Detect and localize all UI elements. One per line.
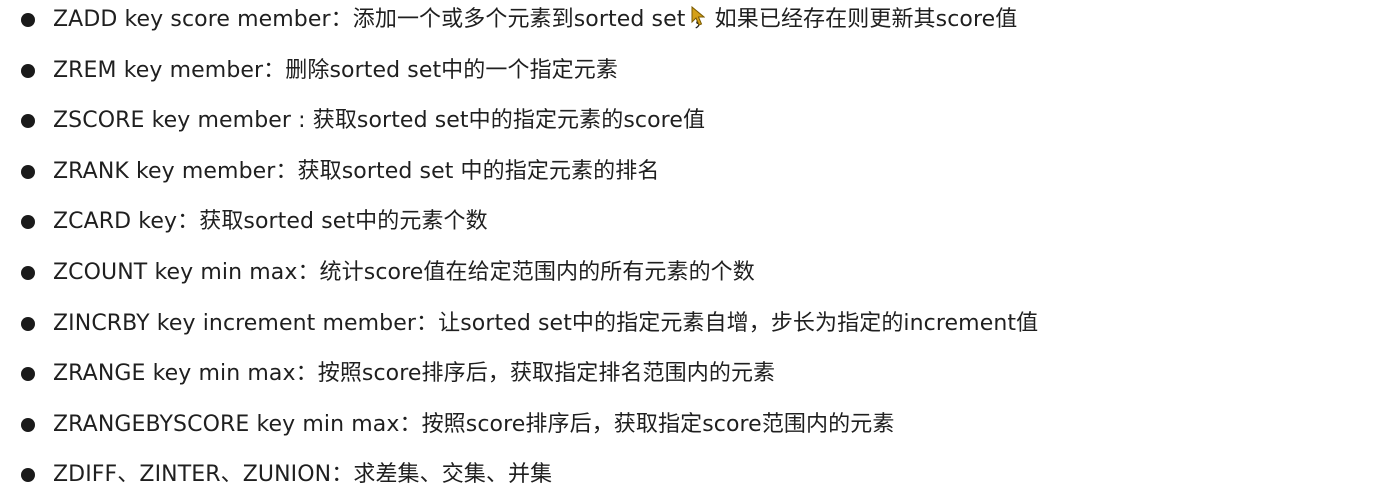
- bullet-icon: [21, 114, 35, 128]
- bullet-icon: [21, 317, 35, 331]
- command-description: ZSCORE key member : 获取sorted set中的指定元素的s…: [53, 108, 706, 133]
- bullet-icon: [21, 13, 35, 27]
- bullet-icon: [21, 64, 35, 78]
- bullet-icon: [21, 215, 35, 229]
- bullet-icon: [21, 266, 35, 280]
- bullet-icon: [21, 418, 35, 432]
- command-description: ZREM key member：删除sorted set中的一个指定元素: [53, 58, 618, 83]
- command-description: ZRANGE key min max：按照score排序后，获取指定排名范围内的…: [53, 361, 776, 386]
- bullet-icon: [21, 468, 35, 482]
- command-description: ZCARD key：获取sorted set中的元素个数: [53, 209, 488, 234]
- bullet-icon: [21, 165, 35, 179]
- command-description: ZCOUNT key min max：统计score值在给定范围内的所有元素的个…: [53, 260, 755, 285]
- command-description: ZDIFF、ZINTER、ZUNION：求差集、交集、并集: [53, 462, 553, 487]
- command-description: ZINCRBY key increment member：让sorted set…: [53, 311, 1039, 336]
- command-description: ZADD key score member：添加一个或多个元素到sorted s…: [53, 7, 1018, 32]
- bullet-icon: [21, 367, 35, 381]
- command-description: ZRANGEBYSCORE key min max：按照score排序后，获取指…: [53, 412, 895, 437]
- mouse-pointer-icon: [691, 6, 705, 26]
- command-description: ZRANK key member：获取sorted set 中的指定元素的排名: [53, 159, 660, 184]
